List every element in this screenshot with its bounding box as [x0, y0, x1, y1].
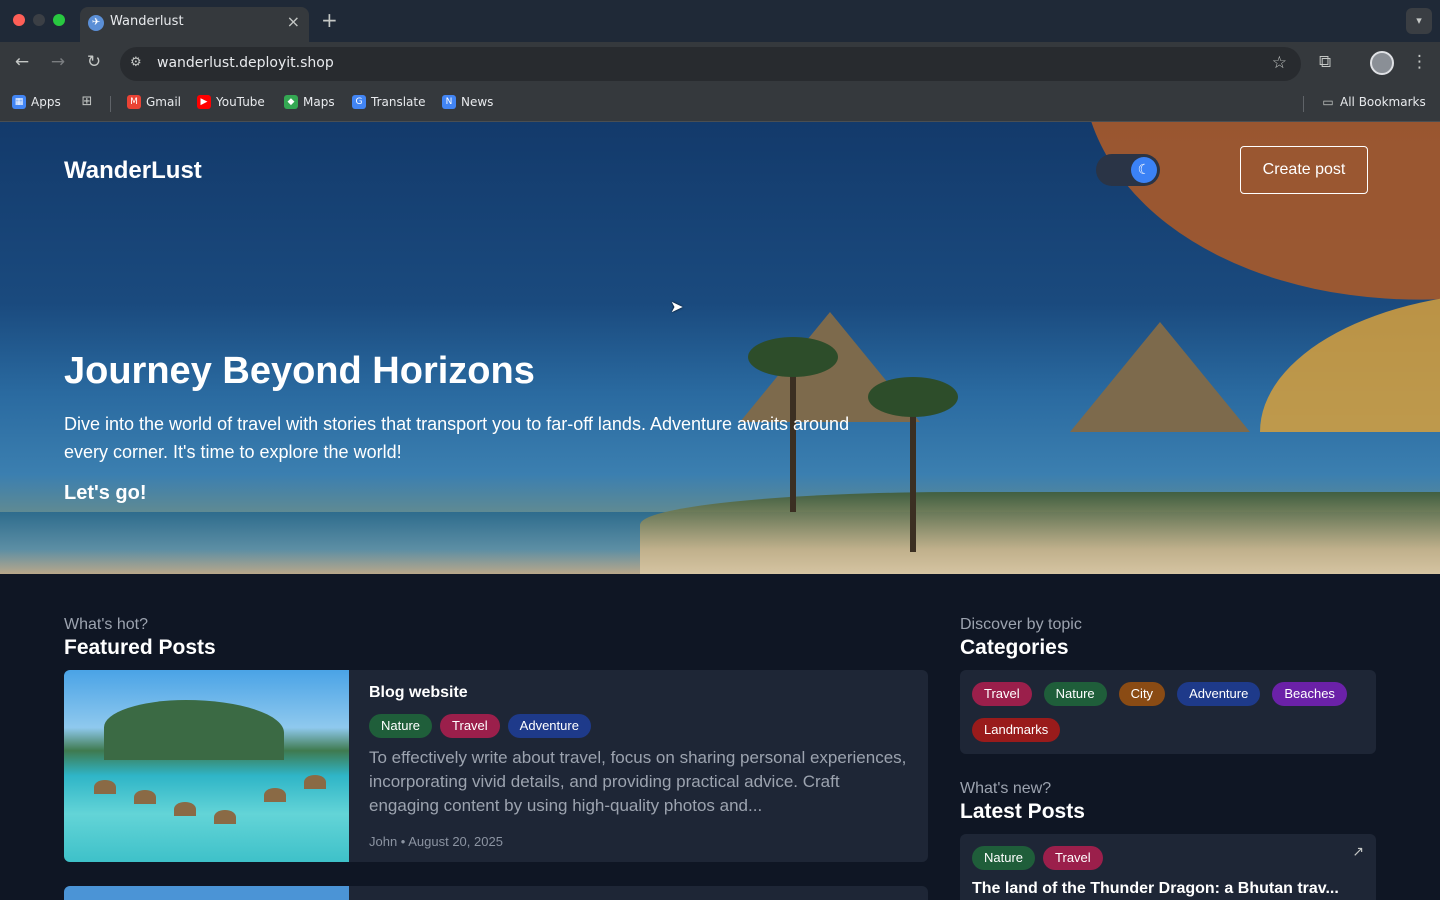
- site-logo[interactable]: WanderLust: [64, 157, 202, 185]
- latest-title: Latest Posts: [960, 800, 1085, 823]
- hero-umbrella-yellow: [1260, 292, 1440, 432]
- category-landmarks[interactable]: Landmarks: [972, 718, 1061, 742]
- tab-search-icon[interactable]: ▾: [1406, 8, 1432, 34]
- featured-title: Featured Posts: [64, 636, 216, 659]
- hero-palm-leaves: [748, 337, 838, 377]
- all-bookmarks[interactable]: ▭ All Bookmarks: [1321, 95, 1425, 109]
- categories-title: Categories: [960, 636, 1069, 659]
- post-thumbnail: [64, 886, 349, 900]
- reload-icon[interactable]: ↻: [82, 52, 106, 72]
- featured-post-card[interactable]: Blog website Nature Travel Adventure To …: [64, 670, 928, 862]
- forward-icon[interactable]: →: [46, 52, 70, 72]
- hero-title: Journey Beyond Horizons: [64, 350, 535, 392]
- thumbnail-mountain: [104, 700, 284, 760]
- url-text[interactable]: wanderlust.deployit.shop: [157, 55, 334, 71]
- tag-travel[interactable]: Travel: [1043, 846, 1103, 870]
- category-travel[interactable]: Travel: [972, 682, 1032, 706]
- close-tab-icon[interactable]: ×: [287, 12, 300, 31]
- maximize-window-button[interactable]: [53, 14, 65, 26]
- bookmark-gmail[interactable]: M Gmail: [127, 95, 181, 109]
- translate-icon: G: [352, 95, 366, 109]
- theme-toggle[interactable]: ☾: [1096, 154, 1160, 186]
- bookmarks-bar: ▦ Apps ⊞ M Gmail ▶ YouTube ◆ Maps G Tran…: [0, 86, 1440, 122]
- minimize-window-button[interactable]: [33, 14, 45, 26]
- category-nature[interactable]: Nature: [1043, 682, 1107, 706]
- folder-icon: ▭: [1322, 95, 1334, 109]
- maps-icon: ◆: [284, 95, 298, 109]
- thumbnail-hut: [304, 775, 326, 789]
- globe-icon: ✈: [88, 15, 104, 31]
- latest-post-card[interactable]: Nature Travel ↗ The land of the Thunder …: [960, 834, 1376, 900]
- bookmark-youtube[interactable]: ▶ YouTube: [197, 95, 265, 109]
- new-tab-icon[interactable]: +: [321, 8, 338, 32]
- tab-groups-icon[interactable]: ⊞: [80, 95, 94, 109]
- tag-nature[interactable]: Nature: [972, 846, 1036, 870]
- kebab-menu-icon[interactable]: ⋮: [1411, 52, 1428, 72]
- thumbnail-hut: [134, 790, 156, 804]
- news-icon: N: [442, 95, 456, 109]
- latest-eyebrow: What's new?: [960, 780, 1052, 797]
- hero-banner: WanderLust ☾ Create post ➤ Journey Beyon…: [0, 122, 1440, 574]
- address-bar[interactable]: ⚙ wanderlust.deployit.shop ☆: [120, 47, 1301, 81]
- latest-post-tags: Nature Travel: [972, 846, 1103, 870]
- category-adventure[interactable]: Adventure: [1177, 682, 1261, 706]
- lets-go-link[interactable]: Let's go!: [64, 482, 147, 505]
- back-icon[interactable]: ←: [10, 52, 34, 72]
- latest-post-title[interactable]: The land of the Thunder Dragon: a Bhutan…: [972, 880, 1364, 898]
- post-title[interactable]: Blog website: [369, 684, 468, 702]
- extensions-icon[interactable]: ⧉: [1319, 52, 1331, 72]
- tab-title: Wanderlust: [110, 14, 184, 29]
- categories-eyebrow: Discover by topic: [960, 616, 1082, 633]
- hero-hut: [1070, 322, 1250, 432]
- mouse-cursor-icon: ➤: [670, 297, 684, 316]
- close-window-button[interactable]: [13, 14, 25, 26]
- browser-tab-bar: ✈ Wanderlust × + ▾: [0, 0, 1440, 42]
- tag-adventure[interactable]: Adventure: [507, 714, 591, 738]
- apps-grid-icon: ▦: [12, 95, 26, 109]
- hero-shore: [640, 492, 1440, 574]
- create-post-button[interactable]: Create post: [1240, 146, 1368, 194]
- tag-nature[interactable]: Nature: [369, 714, 433, 738]
- bookmark-maps[interactable]: ◆ Maps: [284, 95, 335, 109]
- thumbnail-hut: [214, 810, 236, 824]
- thumbnail-hut: [174, 802, 196, 816]
- browser-toolbar: ← → ↻ ⚙ wanderlust.deployit.shop ☆ ⧉ ⋮: [0, 42, 1440, 86]
- category-beaches[interactable]: Beaches: [1272, 682, 1347, 706]
- bookmark-news[interactable]: N News: [442, 95, 493, 109]
- post-tags: Nature Travel Adventure: [369, 714, 591, 738]
- moon-icon: ☾: [1131, 157, 1157, 183]
- tag-travel[interactable]: Travel: [440, 714, 500, 738]
- youtube-icon: ▶: [197, 95, 211, 109]
- external-link-icon[interactable]: ↗: [1352, 844, 1364, 860]
- categories-panel: Travel Nature City Adventure Beaches Lan…: [960, 670, 1376, 754]
- bookmark-star-icon[interactable]: ☆: [1272, 53, 1287, 73]
- post-thumbnail: [64, 670, 349, 862]
- thumbnail-hut: [94, 780, 116, 794]
- post-excerpt: To effectively write about travel, focus…: [369, 748, 907, 815]
- bookmarks-divider: [110, 96, 111, 112]
- post-meta: John • August 20, 2025: [369, 834, 503, 849]
- bookmarks-divider-right: [1303, 96, 1304, 112]
- bookmark-translate[interactable]: G Translate: [352, 95, 426, 109]
- bookmark-apps[interactable]: ▦ Apps: [12, 95, 61, 109]
- category-city[interactable]: City: [1118, 682, 1166, 706]
- categories-row: Travel Nature City Adventure Beaches: [972, 682, 1347, 706]
- gmail-icon: M: [127, 95, 141, 109]
- hero-palm-leaves: [868, 377, 958, 417]
- featured-eyebrow: What's hot?: [64, 616, 148, 633]
- profile-avatar-icon[interactable]: [1370, 51, 1394, 75]
- browser-tab[interactable]: ✈ Wanderlust ×: [80, 7, 309, 42]
- categories-row: Landmarks: [972, 718, 1061, 742]
- hero-subtitle: Dive into the world of travel with stori…: [64, 414, 850, 462]
- site-info-icon[interactable]: ⚙: [130, 55, 142, 70]
- featured-post-card[interactable]: [64, 886, 928, 900]
- thumbnail-hut: [264, 788, 286, 802]
